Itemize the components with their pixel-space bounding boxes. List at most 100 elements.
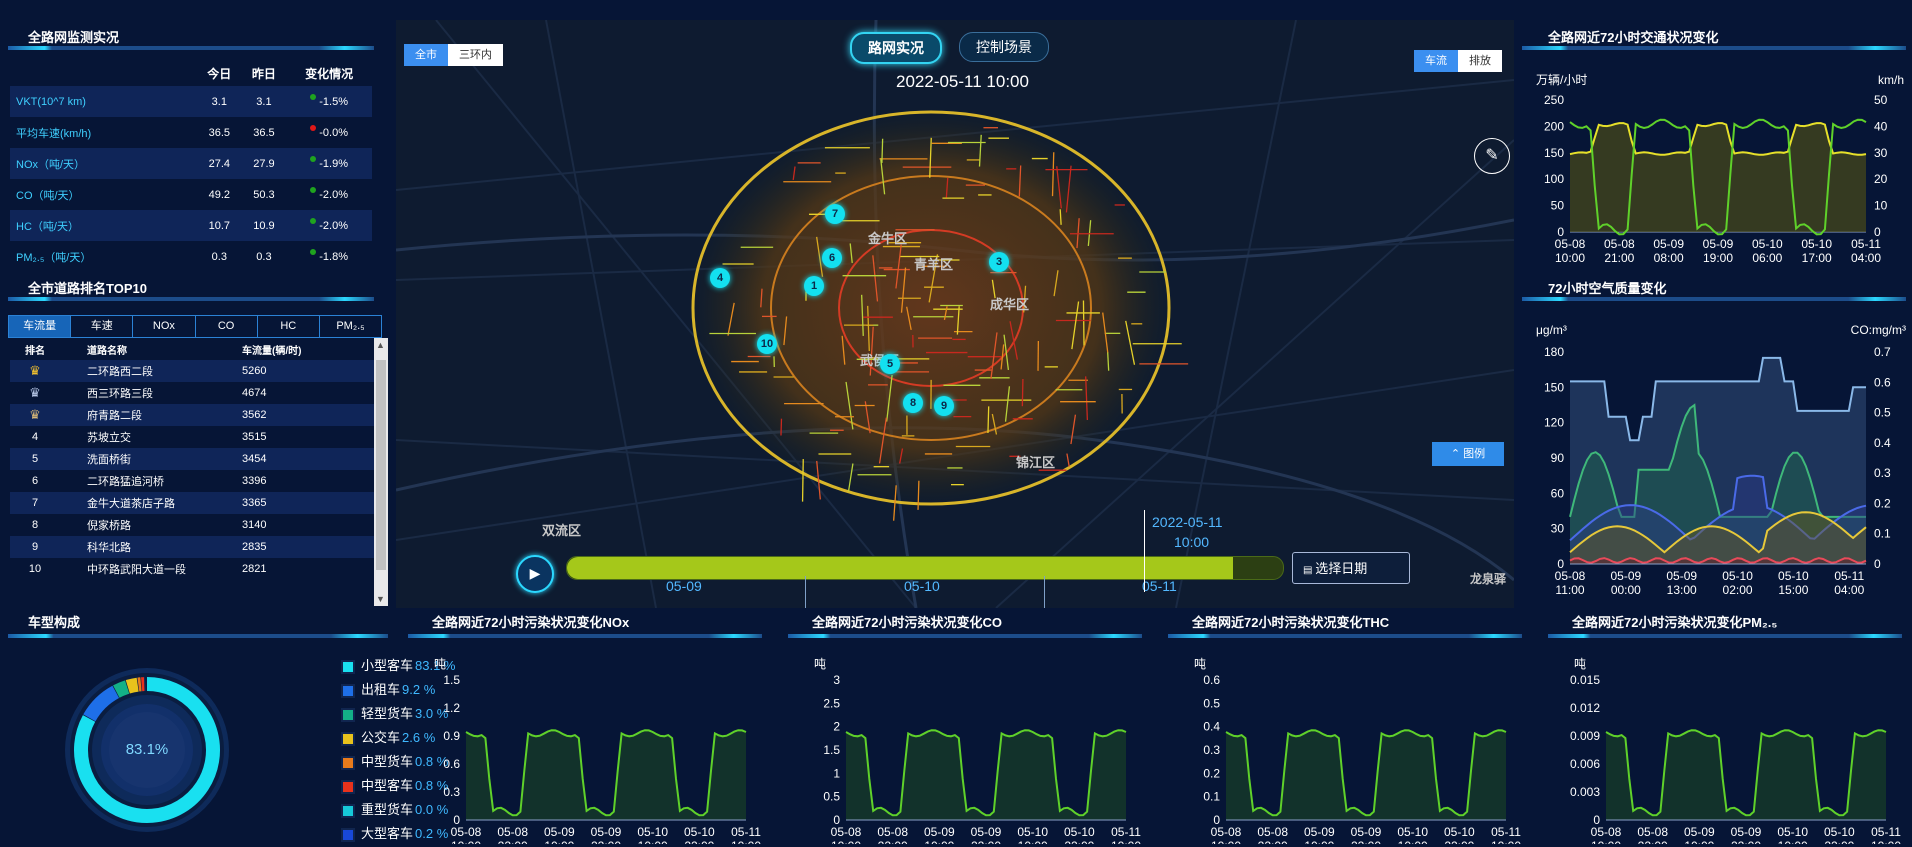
scroll-down-icon[interactable]: ▼ — [376, 594, 385, 604]
tick-label: 05-09 — [1703, 237, 1734, 251]
tick-label: km/h — [1878, 73, 1904, 87]
tab-pm25[interactable]: PM₂.₅ — [320, 316, 381, 337]
tab-co[interactable]: CO — [196, 316, 258, 337]
tick-label: 10:00 — [638, 839, 668, 844]
tab-hc[interactable]: HC — [258, 316, 320, 337]
tick-label: 05-10 — [1777, 825, 1808, 839]
station-marker[interactable]: 9 — [934, 396, 954, 416]
district-label: 金牛区 — [868, 228, 907, 247]
tick-label: 0.012 — [1570, 701, 1600, 715]
tick-label: 05-09 — [1666, 569, 1697, 583]
tick-label: 05-09 — [591, 825, 622, 839]
tick-label: 1.5 — [443, 673, 460, 687]
tick-label: 05-10 — [1801, 237, 1832, 251]
legend-swatch — [341, 732, 355, 746]
layer-emission[interactable]: 排放 — [1458, 50, 1502, 72]
table-row[interactable]: ♛府青路二段3562 — [10, 404, 388, 426]
timeline-progress — [567, 557, 1233, 579]
tick-label: 05-08 — [1637, 825, 1668, 839]
monitor-row: HC（吨/天） 10.7 10.9 -2.0% — [10, 210, 372, 241]
tick-label: 22:00 — [1064, 839, 1094, 844]
monitor-table: 今日 昨日 变化情况 VKT(10^7 km) 3.1 3.1 -1.5% 平均… — [10, 60, 372, 272]
tick-label: 13:00 — [1667, 583, 1697, 597]
table-row[interactable]: ♛西三环路三段4674 — [10, 382, 388, 404]
timeline-track[interactable] — [566, 556, 1284, 580]
tick-label: 11:00 — [1555, 583, 1584, 597]
tick-label: 05-10 — [1752, 237, 1783, 251]
timeline-cursor[interactable] — [1144, 510, 1145, 592]
tick-label: 0.5 — [1203, 696, 1220, 710]
tick-label: 0.7 — [1874, 345, 1891, 359]
station-marker[interactable]: 8 — [903, 393, 923, 413]
station-marker[interactable]: 7 — [825, 204, 845, 224]
tick-label: 2.5 — [823, 696, 840, 710]
tick-label: 150 — [1544, 380, 1564, 394]
station-marker[interactable]: 6 — [822, 248, 842, 268]
tick-label: 05-10 — [637, 825, 668, 839]
table-row[interactable]: 9科华北路2835 — [10, 536, 388, 558]
station-marker[interactable]: 1 — [804, 276, 824, 296]
donut-segment[interactable] — [116, 687, 127, 692]
tab-nox[interactable]: NOx — [133, 316, 195, 337]
donut-segment[interactable] — [128, 685, 138, 687]
ranking-scrollbar[interactable]: ▲ ▼ — [374, 338, 388, 606]
tab-volume[interactable]: 车流量 — [9, 316, 71, 337]
table-row[interactable]: 6二环路猛追河桥3396 — [10, 470, 388, 492]
scroll-up-icon[interactable]: ▲ — [376, 340, 385, 350]
traffic-chart: 万辆/小时km/h2502001501005005040302010005-08… — [1522, 62, 1912, 277]
pollution-chart: 吨32.521.510.5005-0810:0005-0822:0005-091… — [792, 654, 1142, 844]
tick-label: 05-10 — [1397, 825, 1428, 839]
scroll-thumb[interactable] — [376, 360, 386, 570]
table-row[interactable]: 7金牛大道茶店子路3365 — [10, 492, 388, 514]
scope-inner-ring[interactable]: 三环内 — [448, 44, 503, 66]
tick-label: 10:00 — [451, 839, 481, 844]
tick-label: 10:00 — [1591, 839, 1621, 844]
tick-label: 05-10 — [684, 825, 715, 839]
title-divider — [408, 634, 762, 638]
road-network-map[interactable]: 路网实况 控制场景 全市 三环内 车流 排放 2022-05-11 10:00 … — [396, 20, 1514, 608]
tick-label: 05-11 — [1491, 825, 1521, 839]
monitor-title: 全路网监测实况 — [28, 27, 119, 46]
trend-dot — [310, 156, 316, 162]
tick-label: 0.009 — [1570, 729, 1600, 743]
table-row[interactable]: 10中环路武阳大道一段2821 — [10, 558, 388, 580]
title-divider — [1548, 634, 1902, 638]
monitor-row: 平均车速(km/h) 36.5 36.5 -0.0% — [10, 117, 372, 148]
tick-label: 250 — [1544, 93, 1564, 107]
tick-label: 1 — [833, 766, 840, 780]
tick-label: 05-09 — [1610, 569, 1641, 583]
tab-speed[interactable]: 车速 — [71, 316, 133, 337]
date-picker-button[interactable]: ▤ 选择日期 — [1292, 552, 1410, 584]
tick-label: 10:00 — [731, 839, 761, 844]
road-segment — [988, 406, 989, 433]
timeline-label: 05-09 — [666, 578, 702, 594]
trend-dot — [310, 218, 316, 224]
tick-label: 10:00 — [924, 839, 954, 844]
tick-label: 10:00 — [1491, 839, 1521, 844]
tick-label: 万辆/小时 — [1536, 73, 1587, 87]
district-label: 锦江区 — [1016, 452, 1055, 471]
draw-icon[interactable]: ✎ — [1474, 138, 1510, 174]
table-row[interactable]: ♛二环路西二段5260 — [10, 360, 388, 382]
table-row[interactable]: 4苏坡立交3515 — [10, 426, 388, 448]
layer-traffic[interactable]: 车流 — [1414, 50, 1458, 72]
monitor-row: CO（吨/天） 49.2 50.3 -2.0% — [10, 179, 372, 210]
station-marker[interactable]: 5 — [880, 354, 900, 374]
station-marker[interactable]: 10 — [757, 334, 777, 354]
tab-road-live[interactable]: 路网实况 — [850, 32, 942, 64]
ranking-header: 排名 道路名称 车流量(辆/时) — [10, 338, 388, 360]
tick-label: 10:00 — [544, 839, 574, 844]
station-marker[interactable]: 3 — [989, 252, 1009, 272]
title-divider — [8, 634, 388, 638]
tick-label: 05-09 — [1731, 825, 1762, 839]
ranking-title: 全市道路排名TOP10 — [28, 278, 147, 297]
station-marker[interactable]: 4 — [710, 268, 730, 288]
table-row[interactable]: 5洗面桥街3454 — [10, 448, 388, 470]
table-row[interactable]: 8倪家桥路3140 — [10, 514, 388, 536]
legend-button[interactable]: ⌃ 图例 — [1432, 442, 1504, 466]
scope-city[interactable]: 全市 — [404, 44, 448, 66]
tick-label: 22:00 — [498, 839, 528, 844]
play-icon[interactable]: ▶ — [516, 555, 554, 593]
tab-control-scenario[interactable]: 控制场景 — [959, 32, 1049, 62]
title-divider — [788, 634, 1142, 638]
